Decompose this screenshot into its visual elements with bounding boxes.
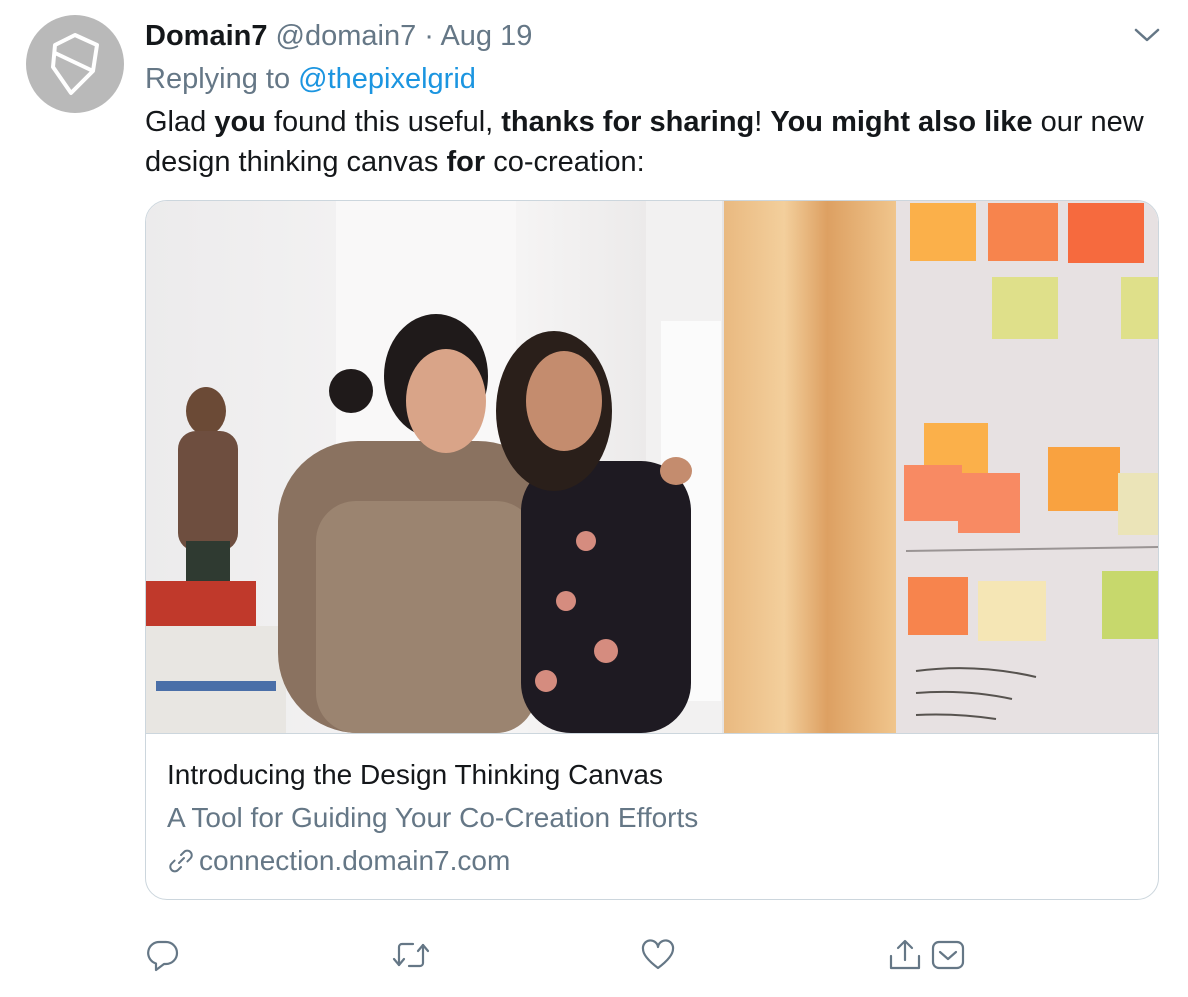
replying-mention-link[interactable]: @thepixelgrid [298, 63, 476, 95]
tweet-actions [0, 935, 1188, 975]
heart-icon [641, 939, 675, 970]
text-bold-segment: You might also like [770, 106, 1033, 138]
chevron-down-icon [1134, 28, 1160, 42]
text-segment: Glad [145, 106, 215, 138]
link-card[interactable]: Introducing the Design Thinking Canvas A… [145, 200, 1159, 900]
reply-button[interactable] [145, 935, 181, 975]
card-url[interactable]: connection.domain7.com [167, 844, 510, 878]
domain7-logo-icon [51, 33, 99, 95]
share-icon [889, 939, 921, 970]
text-bold-segment: for [446, 146, 486, 178]
text-bold-segment: thanks for sharing [501, 106, 755, 138]
direct-message-button[interactable] [930, 935, 966, 975]
retweet-button[interactable] [390, 935, 432, 975]
replying-prefix: Replying to [145, 63, 291, 95]
share-button[interactable] [886, 935, 924, 975]
text-segment: co-creation: [485, 146, 645, 178]
avatar[interactable] [26, 15, 124, 113]
tweet-menu-button[interactable] [1131, 22, 1163, 48]
replying-to: Replying to @thepixelgrid [145, 61, 476, 97]
like-button[interactable] [640, 935, 676, 975]
card-url-text: connection.domain7.com [199, 845, 511, 876]
link-icon [167, 846, 199, 876]
tweet-header: Domain7 @domain7 · Aug 19 [145, 18, 532, 54]
card-title[interactable]: Introducing the Design Thinking Canvas [167, 758, 663, 792]
retweet-icon [392, 942, 430, 968]
author-name[interactable]: Domain7 [145, 20, 267, 52]
direct-message-icon [931, 940, 965, 970]
tweet-date[interactable]: Aug 19 [440, 20, 532, 52]
header-separator: · [424, 20, 434, 52]
text-segment: ! [754, 106, 771, 138]
tweet-text: Glad you found this useful, thanks for s… [145, 102, 1145, 182]
card-image[interactable] [146, 201, 1159, 734]
text-bold-segment: you [214, 106, 266, 138]
reply-icon [147, 940, 179, 972]
author-handle[interactable]: @domain7 [276, 20, 417, 52]
card-description: A Tool for Guiding Your Co-Creation Effo… [167, 802, 699, 833]
text-segment: found this useful, [265, 106, 502, 138]
